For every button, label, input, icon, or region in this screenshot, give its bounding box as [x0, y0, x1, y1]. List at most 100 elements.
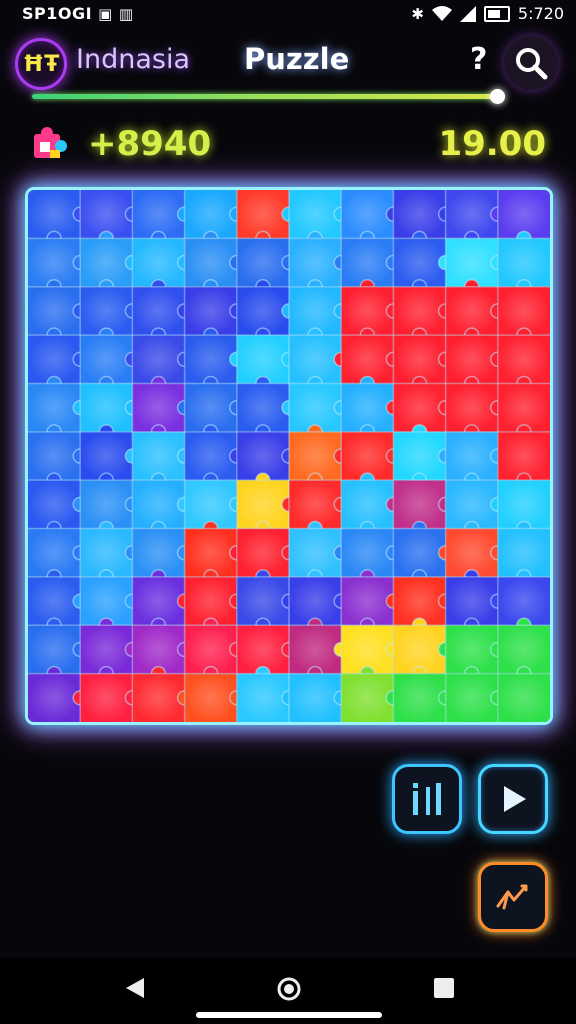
puzzle-piece[interactable]	[393, 335, 454, 392]
puzzle-piece[interactable]	[445, 576, 506, 634]
puzzle-piece[interactable]	[289, 480, 349, 537]
puzzle-piece[interactable]	[393, 528, 454, 585]
puzzle-piece[interactable]	[236, 431, 297, 488]
puzzle-piece[interactable]	[132, 335, 193, 392]
puzzle-piece[interactable]	[80, 335, 141, 392]
puzzle-piece[interactable]	[80, 480, 141, 537]
puzzle-piece[interactable]	[236, 238, 297, 295]
puzzle-piece[interactable]	[132, 190, 193, 247]
puzzle-piece[interactable]	[28, 335, 88, 392]
puzzle-piece[interactable]	[80, 286, 141, 343]
puzzle-piece[interactable]	[80, 431, 141, 488]
puzzle-piece[interactable]	[28, 625, 88, 682]
puzzle-piece[interactable]	[341, 238, 402, 295]
puzzle-piece[interactable]	[289, 383, 349, 440]
puzzle-piece[interactable]	[289, 238, 349, 295]
puzzle-piece[interactable]	[184, 625, 245, 682]
puzzle-piece[interactable]	[289, 576, 349, 634]
recent-square-icon[interactable]	[434, 978, 454, 998]
puzzle-piece[interactable]	[341, 528, 402, 585]
progress-knob[interactable]	[490, 89, 505, 104]
app-logo-button[interactable]: ĦŦ	[15, 38, 67, 90]
puzzle-piece[interactable]	[497, 286, 550, 343]
puzzle-board[interactable]	[28, 190, 550, 722]
puzzle-piece[interactable]	[497, 576, 550, 634]
puzzle-piece[interactable]	[184, 335, 245, 392]
puzzle-piece[interactable]	[28, 286, 88, 343]
puzzle-piece[interactable]	[184, 480, 245, 537]
search-button[interactable]	[504, 36, 558, 90]
puzzle-piece[interactable]	[80, 190, 141, 247]
puzzle-piece[interactable]	[28, 673, 88, 722]
puzzle-piece[interactable]	[132, 286, 193, 343]
puzzle-piece[interactable]	[80, 238, 141, 295]
home-circle-icon[interactable]	[276, 976, 302, 1002]
puzzle-piece[interactable]	[184, 238, 245, 295]
puzzle-piece[interactable]	[80, 383, 141, 440]
puzzle-piece[interactable]	[80, 576, 141, 634]
puzzle-piece[interactable]	[289, 431, 349, 488]
puzzle-piece[interactable]	[236, 286, 297, 343]
puzzle-piece[interactable]	[28, 431, 88, 488]
puzzle-piece[interactable]	[445, 238, 506, 295]
puzzle-piece[interactable]	[341, 335, 402, 392]
puzzle-piece[interactable]	[445, 335, 506, 392]
puzzle-piece[interactable]	[445, 625, 506, 682]
puzzle-piece[interactable]	[393, 480, 454, 537]
puzzle-piece[interactable]	[132, 238, 193, 295]
puzzle-piece[interactable]	[184, 528, 245, 585]
puzzle-piece[interactable]	[132, 383, 193, 440]
puzzle-piece[interactable]	[445, 431, 506, 488]
back-triangle-icon[interactable]	[124, 976, 146, 1000]
puzzle-piece[interactable]	[28, 576, 88, 634]
puzzle-piece[interactable]	[341, 190, 402, 247]
puzzle-piece[interactable]	[393, 673, 454, 722]
puzzle-piece[interactable]	[341, 673, 402, 722]
puzzle-piece[interactable]	[341, 625, 402, 682]
puzzle-piece[interactable]	[393, 383, 454, 440]
puzzle-piece[interactable]	[184, 286, 245, 343]
help-button[interactable]: ?	[470, 42, 487, 77]
puzzle-piece[interactable]	[184, 383, 245, 440]
puzzle-piece[interactable]	[132, 625, 193, 682]
puzzle-piece[interactable]	[236, 480, 297, 537]
puzzle-piece[interactable]	[497, 673, 550, 722]
puzzle-piece[interactable]	[80, 625, 141, 682]
puzzle-piece[interactable]	[289, 190, 349, 247]
puzzle-piece[interactable]	[445, 383, 506, 440]
puzzle-piece[interactable]	[497, 431, 550, 488]
puzzle-piece[interactable]	[28, 383, 88, 440]
puzzle-piece[interactable]	[28, 238, 88, 295]
puzzle-piece[interactable]	[28, 528, 88, 585]
puzzle-piece[interactable]	[497, 528, 550, 585]
puzzle-piece[interactable]	[236, 383, 297, 440]
puzzle-piece[interactable]	[289, 528, 349, 585]
puzzle-piece[interactable]	[184, 190, 245, 247]
puzzle-piece[interactable]	[393, 190, 454, 247]
puzzle-piece[interactable]	[497, 238, 550, 295]
puzzle-piece[interactable]	[132, 528, 193, 585]
puzzle-piece[interactable]	[497, 480, 550, 537]
puzzle-piece[interactable]	[289, 625, 349, 682]
puzzle-piece[interactable]	[80, 528, 141, 585]
puzzle-piece[interactable]	[236, 190, 297, 247]
magic-button[interactable]	[478, 862, 548, 932]
puzzle-piece[interactable]	[445, 480, 506, 537]
puzzle-piece[interactable]	[80, 673, 141, 722]
puzzle-piece[interactable]	[497, 190, 550, 247]
puzzle-piece[interactable]	[289, 335, 349, 392]
puzzle-piece[interactable]	[236, 528, 297, 585]
puzzle-piece[interactable]	[28, 190, 88, 247]
puzzle-piece[interactable]	[289, 673, 349, 722]
puzzle-piece[interactable]	[132, 431, 193, 488]
puzzle-piece[interactable]	[341, 431, 402, 488]
puzzle-piece[interactable]	[393, 286, 454, 343]
puzzle-piece[interactable]	[341, 286, 402, 343]
puzzle-piece[interactable]	[236, 625, 297, 682]
puzzle-piece[interactable]	[393, 625, 454, 682]
puzzle-piece[interactable]	[393, 238, 454, 295]
play-button[interactable]	[478, 764, 548, 834]
puzzle-piece[interactable]	[393, 576, 454, 634]
puzzle-piece[interactable]	[132, 480, 193, 537]
puzzle-piece[interactable]	[341, 576, 402, 634]
